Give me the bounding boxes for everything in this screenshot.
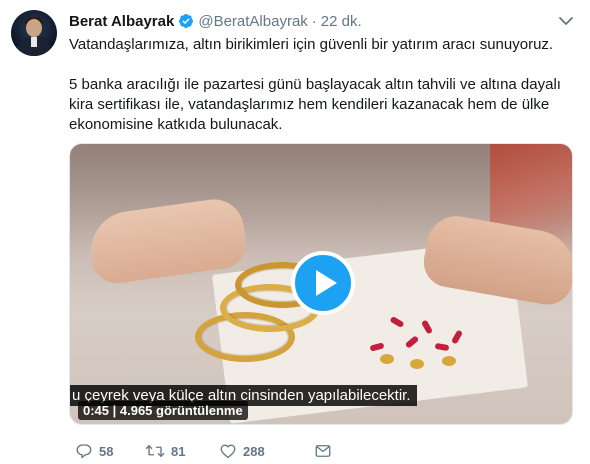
retweet-icon [145,445,165,457]
gold-coin [442,356,456,366]
author-name[interactable]: Berat Albayrak [69,13,174,30]
header-separator: · [311,12,317,30]
tweet-timestamp[interactable]: 22 dk. [321,13,362,30]
reply-icon [76,444,92,459]
heart-icon [220,444,236,459]
like-count: 288 [243,443,265,459]
tweet: Berat Albayrak @BeratAlbayrak · 22 dk. V… [0,0,590,464]
author-handle[interactable]: @BeratAlbayrak [198,13,307,30]
verified-badge-icon [178,13,194,29]
gold-coin [380,354,394,364]
play-icon [316,270,337,296]
tweet-text: Vatandaşlarımıza, altın birikimleri için… [69,35,574,135]
like-button[interactable]: 288 [219,440,265,462]
tweet-paragraph-1: Vatandaşlarımıza, altın birikimleri için… [69,36,554,53]
direct-message-icon [315,445,331,457]
reply-button[interactable]: 58 [75,440,113,462]
direct-message-button[interactable] [314,440,332,462]
tweet-header: Berat Albayrak @BeratAlbayrak · 22 dk. [69,10,362,32]
retweet-count: 81 [171,443,186,459]
play-button[interactable] [291,251,355,315]
tweet-paragraph-2: 5 banka aracılığı ile pazartesi günü baş… [69,76,561,133]
retweet-button[interactable]: 81 [145,440,185,462]
chevron-down-icon[interactable] [557,14,575,28]
video-player[interactable]: u çeyrek veya külçe altın cinsinden yapı… [69,143,573,425]
video-duration-views: 0:45 | 4.965 görüntülenme [78,401,248,420]
reply-count: 58 [99,443,114,459]
gold-coin [410,359,424,369]
avatar[interactable] [11,10,57,56]
